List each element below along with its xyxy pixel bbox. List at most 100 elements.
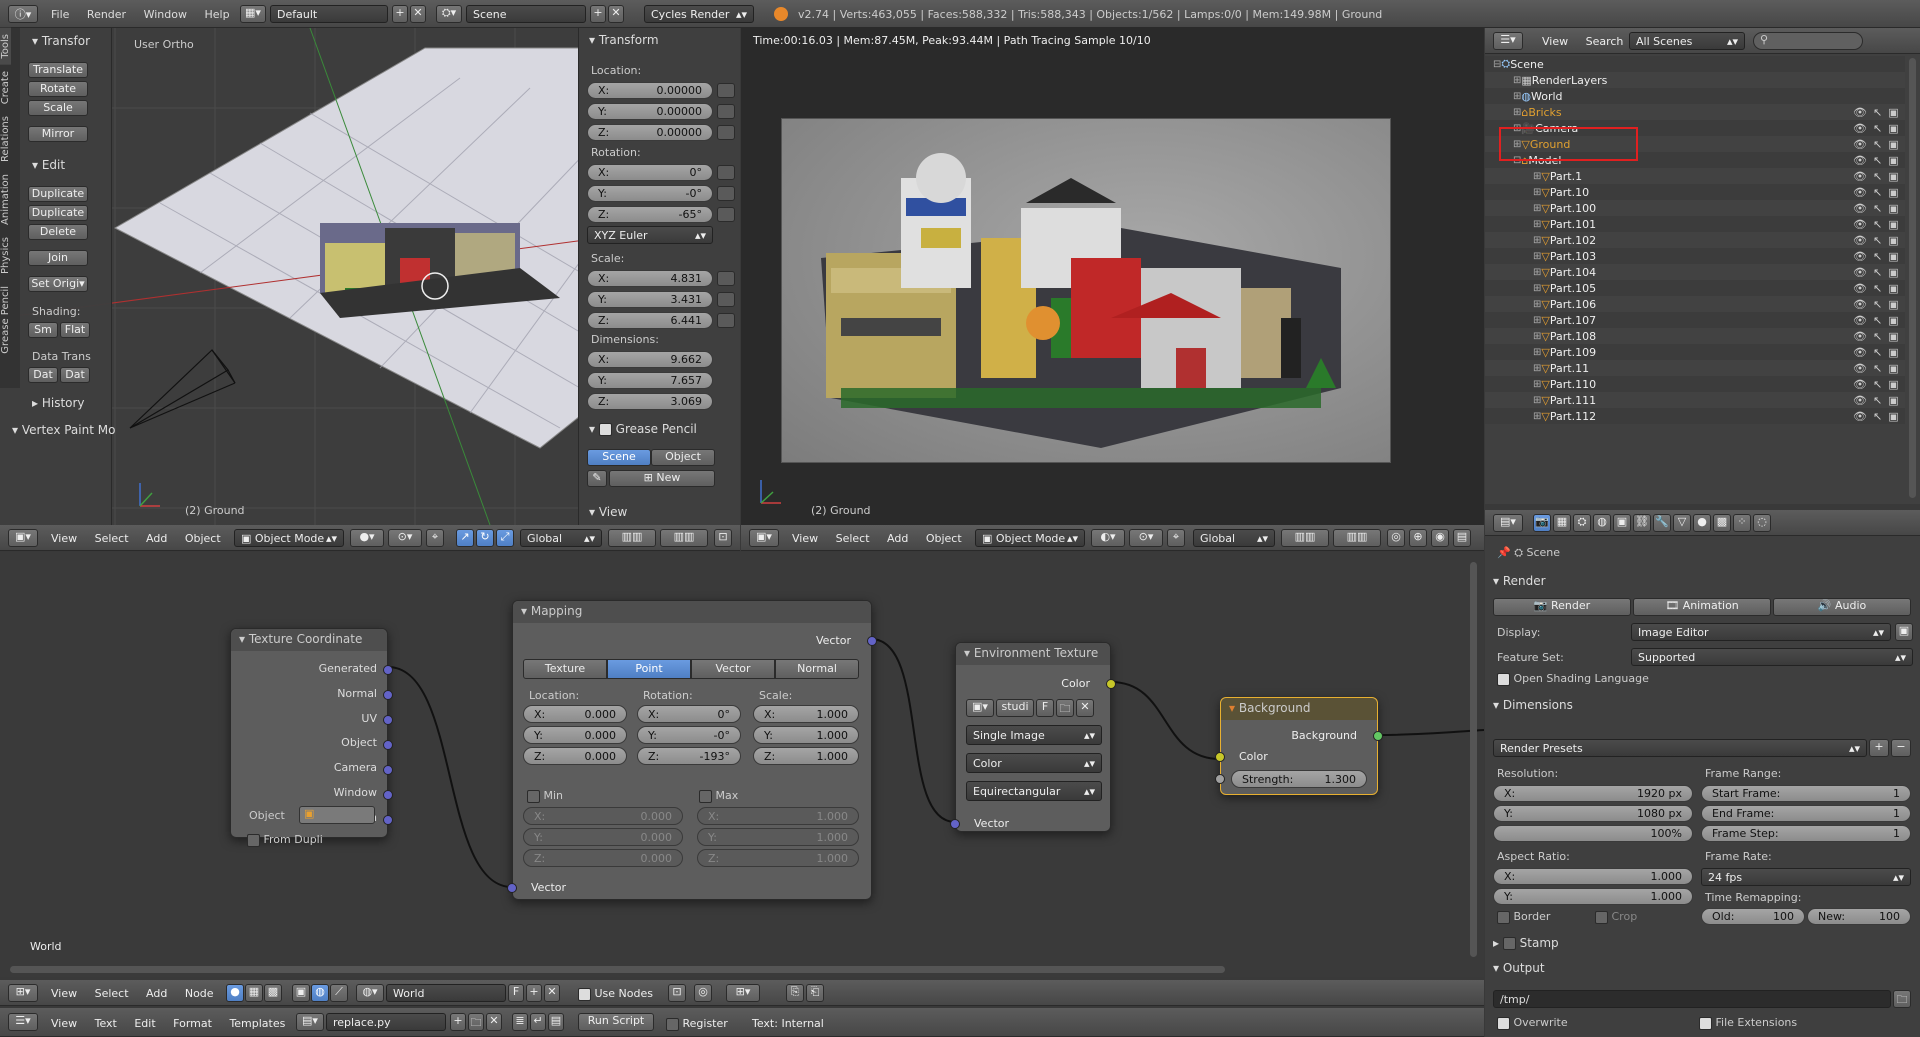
socket-color-in[interactable] xyxy=(1215,752,1225,762)
object-context-icon[interactable]: ▣ xyxy=(1613,514,1631,532)
dimension-y-field[interactable]: Y: 7.657 xyxy=(587,372,713,389)
menu-select[interactable]: Select xyxy=(95,532,129,545)
lock-icon[interactable] xyxy=(717,207,735,222)
map-scale-z[interactable]: Z: 1.000 xyxy=(753,747,859,765)
rotation-y-field[interactable]: Y: -0° xyxy=(587,185,713,202)
menu-select[interactable]: Select xyxy=(836,532,870,545)
outliner-row[interactable]: ⊞ ▽ Part.1 👁↖▣ xyxy=(1485,168,1905,184)
text-browse-icon[interactable]: ▤▾ xyxy=(296,1013,324,1031)
socket-normal[interactable] xyxy=(383,690,393,700)
scale-y-field[interactable]: Y: 3.431 xyxy=(587,291,713,308)
editor-type-button[interactable]: ☰▾ xyxy=(8,1013,38,1031)
eye-icon[interactable]: 👁 xyxy=(1853,234,1873,247)
opengl-render-icon[interactable]: ▤ xyxy=(1453,529,1471,547)
render-camera-icon[interactable]: ▣ xyxy=(1888,314,1904,327)
word-wrap-icon[interactable]: ↵ xyxy=(530,1013,546,1031)
location-y-field[interactable]: Y: 0.00000 xyxy=(587,103,713,120)
world-name-field[interactable]: World xyxy=(386,984,506,1002)
outliner-item-label[interactable]: RenderLayers xyxy=(1532,74,1608,87)
tab-vector[interactable]: Vector xyxy=(691,659,775,679)
socket-uv[interactable] xyxy=(383,715,393,725)
outliner-item-label[interactable]: Part.105 xyxy=(1550,282,1596,295)
cursor-select-icon[interactable]: ↖ xyxy=(1873,378,1888,391)
cursor-select-icon[interactable]: ↖ xyxy=(1873,234,1888,247)
eye-icon[interactable]: 👁 xyxy=(1853,250,1873,263)
dimension-x-field[interactable]: X: 9.662 xyxy=(587,351,713,368)
map-rot-y[interactable]: Y: -0° xyxy=(637,726,741,744)
edit-panel-header[interactable]: ▾ Edit xyxy=(32,158,65,172)
render-button[interactable]: 📷 Render xyxy=(1493,598,1631,616)
expand-toggle-icon[interactable]: ⊞ xyxy=(1533,187,1541,198)
cursor-select-icon[interactable]: ↖ xyxy=(1873,394,1888,407)
render-camera-icon[interactable]: ▣ xyxy=(1888,250,1904,263)
color-space-select[interactable]: Color ▴▾ xyxy=(966,753,1102,773)
output-folder-icon[interactable]: 🗀 xyxy=(1893,990,1911,1008)
render-camera-icon[interactable]: ▣ xyxy=(1888,122,1904,135)
cursor-select-icon[interactable]: ↖ xyxy=(1873,138,1888,151)
snap-icon[interactable]: ⊕ xyxy=(1409,529,1427,547)
eye-icon[interactable]: 👁 xyxy=(1853,266,1873,279)
text-open-icon[interactable]: 🗀 xyxy=(468,1013,484,1031)
outliner-scene-row[interactable]: ⊟ ⛭ Scene xyxy=(1485,56,1905,72)
menu-view[interactable]: View xyxy=(51,987,77,1000)
map-loc-y[interactable]: Y: 0.000 xyxy=(523,726,627,744)
menu-add[interactable]: Add xyxy=(146,987,167,1000)
outliner-row[interactable]: ⊞ ▽ Part.106 👁↖▣ xyxy=(1485,296,1905,312)
rotation-mode-select[interactable]: XYZ Euler ▴▾ xyxy=(587,226,713,244)
aspect-y-field[interactable]: Y: 1.000 xyxy=(1493,888,1693,905)
outliner-item-label[interactable]: Part.112 xyxy=(1550,410,1596,423)
node-editor-h-scrollbar[interactable] xyxy=(10,966,1225,973)
menu-object[interactable]: Object xyxy=(185,532,221,545)
run-script-button[interactable]: Run Script xyxy=(578,1013,654,1031)
node-paste-icon[interactable]: ⎗ xyxy=(806,984,824,1002)
node-snap-element-button[interactable]: ⊞▾ xyxy=(726,984,760,1002)
world-unlink-button[interactable]: ✕ xyxy=(544,984,560,1002)
translate-manipulator-icon[interactable]: ↗ xyxy=(456,529,474,547)
lock-icon[interactable] xyxy=(717,165,735,180)
scene-select[interactable]: Scene xyxy=(466,5,586,23)
fake-user-button[interactable]: F xyxy=(1036,699,1054,717)
render-preview-icon[interactable]: ◉ xyxy=(1431,529,1449,547)
menu-edit[interactable]: Edit xyxy=(134,1017,155,1030)
start-frame-field[interactable]: Start Frame: 1 xyxy=(1701,785,1911,802)
data-context-icon[interactable]: ▽ xyxy=(1673,514,1691,532)
node-editor[interactable]: ▾ Texture Coordinate Generated Normal UV… xyxy=(0,552,1484,977)
cursor-select-icon[interactable]: ↖ xyxy=(1873,122,1888,135)
layout-remove-button[interactable]: ✕ xyxy=(410,5,426,23)
eye-icon[interactable]: 👁 xyxy=(1853,106,1873,119)
manipulator-toggle[interactable]: ⌖ xyxy=(1167,529,1185,547)
expand-toggle-icon[interactable]: ⊞ xyxy=(1513,107,1521,118)
crop-checkbox[interactable]: Crop xyxy=(1595,910,1637,924)
tab-grease-pencil[interactable]: Grease Pencil xyxy=(0,280,11,360)
presets-remove-button[interactable]: − xyxy=(1891,739,1911,757)
render-camera-icon[interactable]: ▣ xyxy=(1888,394,1904,407)
world-fake-user-button[interactable]: F xyxy=(508,984,524,1002)
scene-add-button[interactable]: + xyxy=(590,5,606,23)
duplicate-linked-button[interactable]: Duplicate xyxy=(28,205,88,221)
map-rot-x[interactable]: X: 0° xyxy=(637,705,741,723)
expand-toggle-icon[interactable]: ⊞ xyxy=(1533,299,1541,310)
world-add-button[interactable]: + xyxy=(526,984,542,1002)
modifiers-context-icon[interactable]: 🔧 xyxy=(1653,514,1671,532)
tab-tools[interactable]: Tools xyxy=(0,28,11,65)
node-backdrop-icon[interactable]: ⊡ xyxy=(668,984,686,1002)
menu-node[interactable]: Node xyxy=(185,987,214,1000)
tab-point[interactable]: Point xyxy=(607,659,691,679)
outliner-row[interactable]: ⊞ ▽ Part.105 👁↖▣ xyxy=(1485,280,1905,296)
layout-add-button[interactable]: + xyxy=(392,5,408,23)
lock-icon[interactable] xyxy=(717,125,735,140)
data-transfer-layout-button[interactable]: Dat xyxy=(60,367,90,383)
compositing-nodes-icon[interactable]: ▦ xyxy=(245,984,263,1002)
lock-icon[interactable] xyxy=(717,313,735,328)
expand-toggle-icon[interactable]: ⊞ xyxy=(1533,219,1541,230)
render-engine-select[interactable]: Cycles Render ▴▾ xyxy=(644,5,754,23)
shade-smooth-button[interactable]: Sm xyxy=(28,322,58,338)
outliner-row[interactable]: ⊞ ▽ Part.103 👁↖▣ xyxy=(1485,248,1905,264)
display-select[interactable]: Image Editor ▴▾ xyxy=(1631,623,1891,641)
lock-icon[interactable] xyxy=(717,104,735,119)
location-z-field[interactable]: Z: 0.00000 xyxy=(587,124,713,141)
rotate-button[interactable]: Rotate xyxy=(28,81,88,97)
menu-view[interactable]: View xyxy=(51,532,77,545)
viewport-shading-button[interactable]: ●▾ xyxy=(350,529,384,547)
expand-toggle-icon[interactable]: ⊞ xyxy=(1533,379,1541,390)
